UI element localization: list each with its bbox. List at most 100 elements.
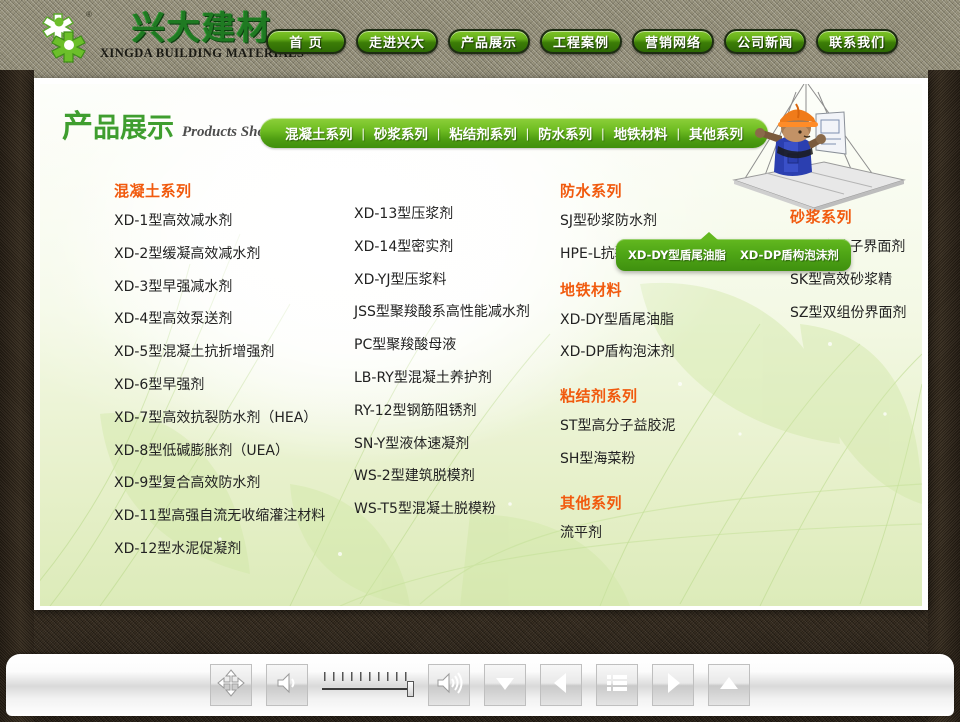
product-item[interactable]: RY-12型钢筋阻锈剂 [354,403,574,420]
group-title-other: 其他系列 [560,492,790,513]
group-title-adhesive: 粘结剂系列 [560,385,790,406]
registered-trademark-icon: ® [86,10,92,19]
pan-move-button[interactable] [210,664,252,706]
product-item[interactable]: XD-5型混凝土抗折增强剂 [114,344,354,361]
product-item[interactable]: PC型聚羧酸母液 [354,337,574,354]
volume-slider-knob[interactable] [407,681,414,697]
product-column-mortar: 砂浆系列 SP型高分子界面剂 SK型高效砂浆精 SZ型双组份界面剂 [790,206,922,337]
product-item[interactable]: LB-RY型混凝土养护剂 [354,370,574,387]
previous-page-button[interactable] [540,664,582,706]
category-separator: | [677,126,680,141]
nav-label: 公司新闻 [737,32,793,51]
group-title-mortar: 砂浆系列 [790,206,922,227]
nav-label: 产品展示 [461,32,517,51]
product-item[interactable]: SK型高效砂浆精 [790,272,922,289]
product-item[interactable]: XD-14型密实剂 [354,239,574,256]
product-item[interactable]: SN-Y型液体速凝剂 [354,436,574,453]
category-separator: | [362,126,365,141]
category-tab-mortar[interactable]: 砂浆系列 [365,123,437,143]
dropdown-item-xd-dp[interactable]: XD-DP盾构泡沫剂 [740,247,839,263]
player-toolbar [6,654,954,716]
nav-label: 走进兴大 [369,32,425,51]
main-navigation: 首 页 走进兴大 产品展示 工程案例 营销网络 公司新闻 联系我们 [266,29,898,54]
arrow-down-icon [492,670,518,701]
site-header: 兴大建材 XINGDA BUILDING MATERIALS ® 首 页 走进兴… [0,0,960,74]
category-separator: | [437,126,440,141]
nav-label: 联系我们 [829,32,885,51]
volume-mute-icon [274,670,300,701]
arrow-up-icon [716,670,742,701]
product-item[interactable]: SZ型双组份界面剂 [790,305,922,322]
product-column-concrete: 混凝土系列 XD-1型高效减水剂 XD-2型缓凝高效减水剂 XD-3型早强减水剂… [114,180,354,574]
page-title-rest: 品展示 [93,113,174,144]
product-item[interactable]: XD-3型早强减水剂 [114,279,354,296]
category-tab-bar: 混凝土系列 | 砂浆系列 | 粘结剂系列 | 防水系列 | 地铁材料 | 其他系… [260,118,768,148]
frame-left-band [0,70,34,722]
nav-item-cases[interactable]: 工程案例 [540,29,622,54]
group-title-subway: 地铁材料 [560,279,790,300]
list-menu-icon [604,670,630,701]
product-item[interactable]: XD-12型水泥促凝剂 [114,541,354,558]
scroll-down-button[interactable] [484,664,526,706]
product-item[interactable]: SH型海菜粉 [560,451,790,468]
page-title-chinese: 产品展示 [62,112,174,143]
nav-item-news[interactable]: 公司新闻 [724,29,806,54]
volume-mute-button[interactable] [266,664,308,706]
nav-label: 工程案例 [553,32,609,51]
volume-slider-ticks [324,672,412,681]
nav-item-contact[interactable]: 联系我们 [816,29,898,54]
arrow-right-icon [660,670,686,701]
product-item[interactable]: XD-11型高强自流无收缩灌注材料 [114,508,354,525]
product-item[interactable]: XD-DY型盾尾油脂 [560,312,790,329]
product-item[interactable]: XD-1型高效减水剂 [114,213,354,230]
volume-up-icon [435,669,463,702]
group-title-concrete: 混凝土系列 [114,180,354,201]
scroll-up-button[interactable] [708,664,750,706]
product-item[interactable]: WS-T5型混凝土脱模粉 [354,501,574,518]
nav-label: 首 页 [289,32,323,51]
nav-label: 营销网络 [645,32,701,51]
dropdown-item-xd-dy[interactable]: XD-DY型盾尾油脂 [628,247,726,263]
frame-right-band [928,70,960,722]
nav-item-products[interactable]: 产品展示 [448,29,530,54]
product-item[interactable]: SJ型砂浆防水剂 [560,213,790,230]
product-item[interactable]: XD-2型缓凝高效减水剂 [114,246,354,263]
category-tab-waterproof[interactable]: 防水系列 [529,123,601,143]
arrow-left-icon [548,670,574,701]
product-item[interactable]: WS-2型建筑脱模剂 [354,468,574,485]
product-item[interactable]: XD-9型复合高效防水剂 [114,475,354,492]
product-item[interactable]: ST型高分子益胶泥 [560,418,790,435]
site-logo[interactable]: 兴大建材 XINGDA BUILDING MATERIALS ® [34,8,304,64]
category-separator: | [526,126,529,141]
group-title-waterproof: 防水系列 [560,180,790,201]
product-item[interactable]: XD-4型高效泵送剂 [114,311,354,328]
nav-item-home[interactable]: 首 页 [266,29,346,54]
product-item[interactable]: JSS型聚羧酸系高性能减水剂 [354,304,574,321]
category-tab-adhesive[interactable]: 粘结剂系列 [440,123,526,143]
product-item[interactable]: XD-7型高效抗裂防水剂（HEA） [114,410,354,427]
nav-item-about[interactable]: 走进兴大 [356,29,438,54]
category-tab-subway[interactable]: 地铁材料 [605,123,677,143]
next-page-button[interactable] [652,664,694,706]
menu-list-button[interactable] [596,664,638,706]
product-item[interactable]: 流平剂 [560,525,790,542]
product-item[interactable]: XD-13型压浆剂 [354,206,574,223]
product-item[interactable]: XD-YJ型压浆料 [354,272,574,289]
nav-item-network[interactable]: 营销网络 [632,29,714,54]
product-item[interactable]: XD-DP盾构泡沫剂 [560,344,790,361]
product-column-concrete-continued: XD-13型压浆剂 XD-14型密实剂 XD-YJ型压浆料 JSS型聚羧酸系高性… [354,206,574,534]
page-title: 产品展示 Products Show [62,112,275,143]
volume-slider-track [322,688,414,690]
product-item[interactable]: XD-8型低碱膨胀剂（UEA） [114,443,354,460]
subway-material-dropdown: XD-DY型盾尾油脂 XD-DP盾构泡沫剂 [616,239,851,271]
page-title-char: 产 [62,109,93,145]
pan-move-icon [217,669,245,702]
category-tab-concrete[interactable]: 混凝土系列 [276,123,362,143]
gear-leaf-logo-icon [34,8,92,64]
logo-chinese-name: 兴大建材 [132,11,272,46]
volume-slider[interactable] [322,664,414,706]
product-column-waterproof-subway-adhesive-other: 防水系列 SJ型砂浆防水剂 HPE-L抗裂纤维膨胀防水剂 地铁材料 XD-DY型… [560,180,790,558]
product-item[interactable]: XD-6型早强剂 [114,377,354,394]
content-panel: 产品展示 Products Show 混凝土系列 | 砂浆系列 | 粘结剂系列 … [40,84,922,606]
volume-up-button[interactable] [428,664,470,706]
